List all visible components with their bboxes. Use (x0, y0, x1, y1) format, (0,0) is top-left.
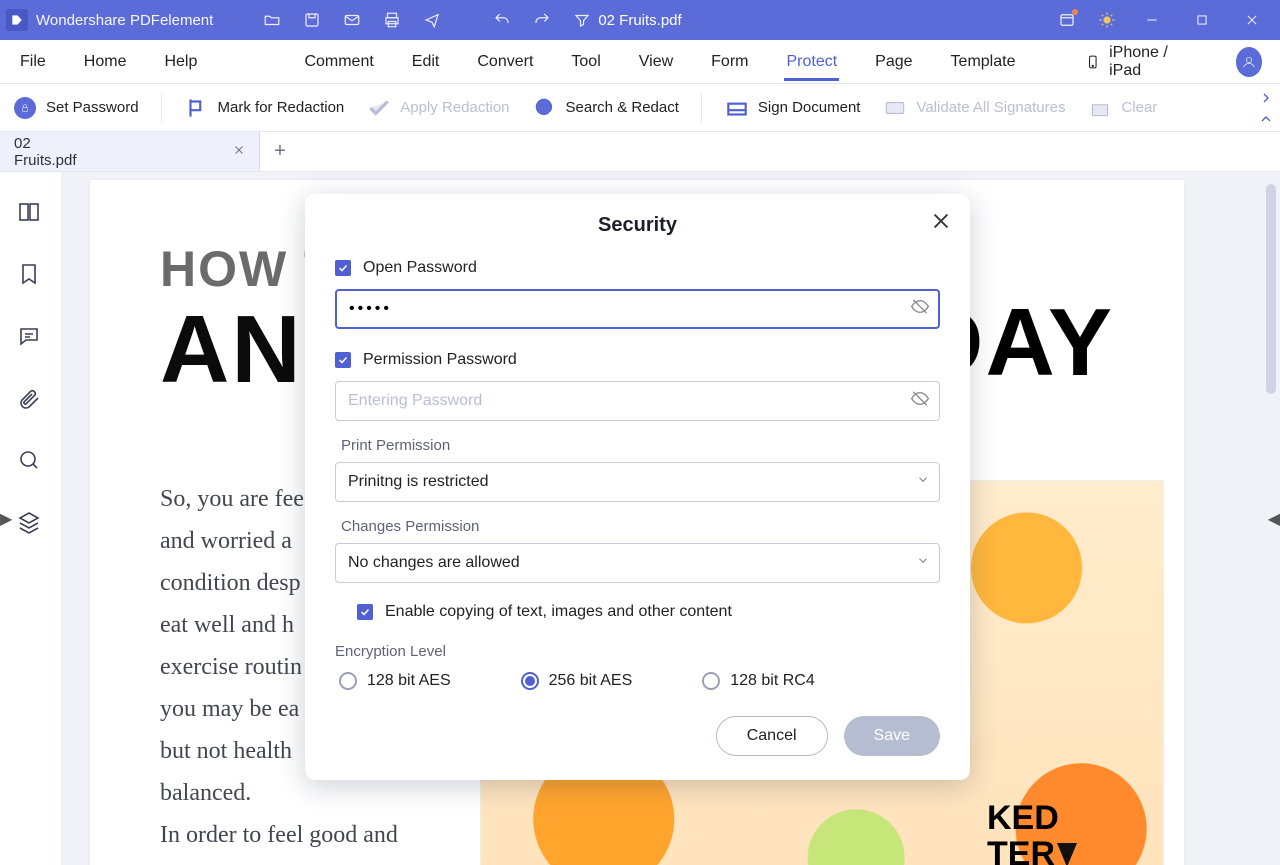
permission-password-label: Permission Password (363, 351, 517, 369)
changes-permission-label: Changes Permission (335, 518, 940, 535)
filter-icon[interactable] (565, 3, 599, 37)
tool-label: Sign Document (758, 99, 861, 116)
print-permission-select[interactable]: Prinitng is restricted (335, 462, 940, 502)
tool-label: Clear (1121, 99, 1157, 116)
user-avatar[interactable] (1236, 47, 1262, 77)
menu-view[interactable]: View (637, 43, 675, 81)
tool-mark-redaction[interactable]: Mark for Redaction (184, 95, 345, 121)
tool-label: Search & Redact (566, 99, 679, 116)
enc-128-rc4-radio[interactable]: 128 bit RC4 (702, 672, 815, 690)
search-redact-icon (532, 95, 558, 121)
dialog-title: Security (335, 214, 940, 237)
redo-icon[interactable] (525, 3, 559, 37)
open-password-input[interactable] (335, 289, 940, 329)
select-value: No changes are allowed (348, 554, 520, 572)
toolbar-collapse-icon[interactable] (1258, 111, 1274, 131)
security-dialog: Security Open Password (305, 194, 970, 780)
tool-search-redact[interactable]: Search & Redact (532, 95, 679, 121)
menu-template[interactable]: Template (949, 43, 1018, 81)
tool-label: Apply Redaction (400, 99, 509, 116)
chevron-down-icon (916, 554, 930, 573)
menu-help[interactable]: Help (162, 43, 199, 81)
app-logo-icon (6, 9, 28, 31)
checkbox-icon (357, 604, 373, 620)
workspace: ▶ HOW TO AND DAY So, you are fee and wor… (0, 172, 1280, 865)
radio-label: 128 bit RC4 (730, 672, 815, 690)
tool-label: Set Password (46, 99, 139, 116)
dialog-backdrop: Security Open Password (0, 172, 1280, 865)
open-password-label: Open Password (363, 259, 477, 277)
toggle-visibility-icon[interactable] (910, 297, 930, 322)
menu-comment[interactable]: Comment (302, 43, 375, 81)
menu-tool[interactable]: Tool (569, 43, 602, 81)
enable-copy-checkbox[interactable]: Enable copying of text, images and other… (335, 603, 940, 621)
tool-label: Mark for Redaction (218, 99, 345, 116)
menu-edit[interactable]: Edit (410, 43, 442, 81)
menubar: File Home Help Comment Edit Convert Tool… (0, 40, 1280, 84)
chevron-down-icon (916, 473, 930, 492)
device-label: iPhone / iPad (1109, 44, 1192, 80)
toolbar-overflow-icon[interactable] (1258, 90, 1274, 110)
tabstrip: 02 Fruits.pdf + (0, 132, 1280, 172)
app-name: Wondershare PDFelement (36, 12, 213, 29)
device-link[interactable]: iPhone / iPad (1085, 44, 1191, 80)
menu-file[interactable]: File (18, 43, 48, 81)
share-icon[interactable] (415, 3, 449, 37)
mail-icon[interactable] (335, 3, 369, 37)
protect-toolbar: Set Password Mark for Redaction Apply Re… (0, 84, 1280, 132)
toggle-visibility-icon[interactable] (910, 389, 930, 414)
enc-128-aes-radio[interactable]: 128 bit AES (339, 672, 451, 690)
apply-redaction-icon (366, 95, 392, 121)
document-tab[interactable]: 02 Fruits.pdf (0, 132, 260, 171)
tool-set-password[interactable]: Set Password (12, 95, 139, 121)
tool-label: Validate All Signatures (916, 99, 1065, 116)
save-icon[interactable] (295, 3, 329, 37)
menu-protect[interactable]: Protect (784, 43, 839, 81)
tool-validate-signatures: Validate All Signatures (882, 95, 1065, 121)
titlebar: Wondershare PDFelement 02 Fruits.pdf (0, 0, 1280, 40)
print-icon[interactable] (375, 3, 409, 37)
tab-close-icon[interactable] (233, 143, 245, 160)
cancel-button[interactable]: Cancel (716, 716, 828, 756)
open-folder-icon[interactable] (255, 3, 289, 37)
tool-sign-document[interactable]: Sign Document (724, 95, 861, 121)
sign-document-icon (724, 95, 750, 121)
radio-label: 128 bit AES (367, 672, 451, 690)
separator (161, 94, 162, 122)
new-tab-button[interactable]: + (260, 132, 300, 171)
window-minimize-button[interactable] (1130, 0, 1174, 40)
menu-form[interactable]: Form (709, 43, 750, 81)
tool-clear: Clear (1087, 95, 1157, 121)
permission-password-checkbox[interactable]: Permission Password (335, 351, 940, 369)
save-button[interactable]: Save (844, 716, 940, 756)
open-password-checkbox[interactable]: Open Password (335, 259, 940, 277)
checkbox-icon (335, 260, 351, 276)
checkbox-icon (335, 352, 351, 368)
theme-icon[interactable] (1090, 3, 1124, 37)
menu-convert[interactable]: Convert (475, 43, 535, 81)
separator (701, 94, 702, 122)
enc-256-aes-radio[interactable]: 256 bit AES (521, 672, 633, 690)
menu-page[interactable]: Page (873, 43, 914, 81)
changes-permission-select[interactable]: No changes are allowed (335, 543, 940, 583)
tool-apply-redaction: Apply Redaction (366, 95, 509, 121)
encryption-level-label: Encryption Level (335, 643, 940, 660)
mark-redaction-icon (184, 95, 210, 121)
window-close-button[interactable] (1230, 0, 1274, 40)
window-maximize-button[interactable] (1180, 0, 1224, 40)
permission-password-input[interactable] (335, 381, 940, 421)
print-permission-label: Print Permission (335, 437, 940, 454)
notification-icon[interactable] (1050, 3, 1084, 37)
undo-icon[interactable] (485, 3, 519, 37)
dialog-close-button[interactable] (930, 210, 952, 232)
menu-home[interactable]: Home (82, 43, 129, 81)
clear-icon (1087, 95, 1113, 121)
validate-icon (882, 95, 908, 121)
tab-label: 02 Fruits.pdf (14, 135, 96, 169)
select-value: Prinitng is restricted (348, 473, 489, 491)
enable-copy-label: Enable copying of text, images and other… (385, 603, 732, 621)
radio-label: 256 bit AES (549, 672, 633, 690)
